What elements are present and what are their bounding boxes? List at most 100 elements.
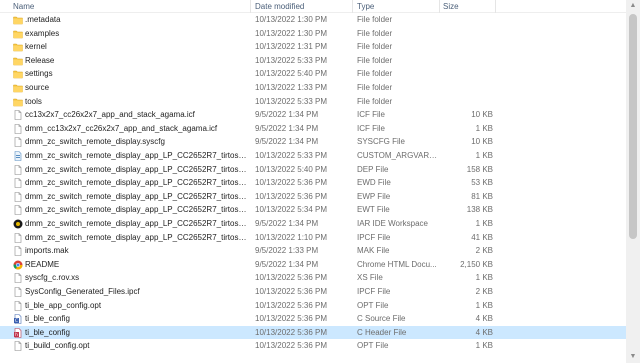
file-size: 138 KB	[466, 205, 493, 215]
file-date-modified: 10/13/2022 1:30 PM	[255, 28, 328, 38]
scroll-down-icon[interactable]: ▼	[629, 353, 637, 361]
file-size: 2,150 KB	[460, 259, 493, 269]
column-divider[interactable]	[439, 0, 440, 13]
file-size: 4 KB	[475, 314, 493, 324]
column-divider[interactable]	[352, 0, 353, 13]
svg-text:h: h	[15, 332, 18, 338]
file-name: dmm_zc_switch_remote_display_app_LP_CC26…	[25, 232, 247, 242]
file-type: EWD File	[357, 178, 391, 188]
file-size: 1 KB	[475, 273, 493, 283]
file-row[interactable]: SysConfig_Generated_Files.ipcf 10/13/2022…	[0, 285, 626, 299]
file-size: 4 KB	[475, 327, 493, 337]
svg-text:C: C	[15, 318, 18, 324]
file-row[interactable]: dmm_zc_switch_remote_display_app_LP_CC26…	[0, 203, 626, 217]
file-list[interactable]: .metadata 10/13/2022 1:30 PM File folder ex…	[0, 13, 626, 363]
file-row[interactable]: tools 10/13/2022 5:33 PM File folder	[0, 95, 626, 109]
column-divider[interactable]	[495, 0, 496, 13]
vertical-scrollbar[interactable]: ▲ ▼	[626, 0, 640, 363]
scrollbar-thumb[interactable]	[629, 14, 637, 239]
file-date-modified: 10/13/2022 1:10 PM	[255, 232, 328, 242]
file-row[interactable]: Cti_ble_config 10/13/2022 5:36 PM C Source…	[0, 312, 626, 326]
file-date-modified: 10/13/2022 5:36 PM	[255, 191, 328, 201]
file-name: ti_ble_config	[25, 314, 70, 324]
file-row[interactable]: h ti_ble_config 10/13/2022 5:36 PM C Header…	[0, 325, 626, 340]
file-name: dmm_zc_switch_remote_display.syscfg	[25, 137, 165, 147]
file-name: dmm_zc_switch_remote_display_app_LP_CC26…	[25, 151, 247, 160]
scroll-up-icon[interactable]: ▲	[629, 2, 637, 10]
file-row[interactable]: dmm_zc_switch_remote_display_app_LP_CC26…	[0, 190, 626, 204]
file-type: File folder	[357, 55, 393, 65]
file-type: EWP File	[357, 191, 391, 201]
file-row[interactable]: README 9/5/2022 1:34 PM Chrome HTML Docu..…	[0, 258, 626, 272]
file-row[interactable]: dmm_zc_switch_remote_display_app_LP_CC26…	[0, 217, 626, 231]
file-icon	[13, 178, 23, 188]
file-size: 41 KB	[471, 232, 493, 242]
folder-icon	[13, 83, 23, 93]
file-size	[443, 54, 493, 68]
file-icon	[13, 273, 23, 284]
file-date-modified: 9/5/2022 1:34 PM	[255, 123, 319, 133]
file-icon	[13, 300, 23, 311]
column-header-name[interactable]: Name	[13, 1, 34, 12]
file-size: 2 KB	[475, 287, 493, 296]
file-name: settings	[25, 69, 53, 79]
file-name: imports.mak	[25, 246, 69, 256]
file-date-modified: 10/13/2022 5:40 PM	[255, 69, 328, 79]
file-row[interactable]: ti_build_config.opt 10/13/2022 5:36 PM OPT…	[0, 339, 626, 353]
file-icon	[13, 110, 23, 120]
file-type: IAR IDE Workspace	[357, 219, 428, 228]
file-row[interactable]: source 10/13/2022 1:33 PM File folder	[0, 81, 626, 95]
column-header-type[interactable]: Type	[357, 1, 374, 12]
column-divider[interactable]	[250, 0, 251, 13]
file-name: dmm_zc_switch_remote_display_app_LP_CC26…	[25, 178, 247, 188]
file-name: README	[25, 259, 60, 269]
folder-icon	[13, 56, 23, 66]
file-date-modified: 9/5/2022 1:34 PM	[255, 110, 319, 120]
chrome-icon	[13, 260, 23, 270]
file-icon	[13, 341, 23, 352]
file-name: dmm_zc_switch_remote_display_app_LP_CC26…	[25, 205, 247, 215]
folder-icon	[13, 15, 23, 25]
file-name: dmm_zc_switch_remote_display_app_LP_CC26…	[25, 191, 247, 201]
file-type: File folder	[357, 96, 393, 106]
file-size: 1 KB	[475, 219, 493, 228]
file-date-modified: 9/5/2022 1:34 PM	[255, 137, 319, 147]
file-date-modified: 10/13/2022 5:33 PM	[255, 151, 328, 160]
file-type: IPCF File	[357, 232, 391, 242]
file-size: 81 KB	[471, 191, 493, 201]
file-row[interactable]: ti_ble_app_config.opt 10/13/2022 5:36 PM O…	[0, 299, 626, 313]
file-date-modified: 10/13/2022 1:33 PM	[255, 83, 328, 92]
file-size: 1 KB	[475, 123, 493, 133]
file-row[interactable]: Release 10/13/2022 5:33 PM File folder	[0, 54, 626, 68]
file-row[interactable]: dmm_cc13x2x7_cc26x2x7_app_and_stack_agam…	[0, 122, 626, 136]
file-row[interactable]: dmm_zc_switch_remote_display_app_LP_CC26…	[0, 149, 626, 163]
file-row[interactable]: syscfg_c.rov.xs 10/13/2022 5:36 PM XS File…	[0, 271, 626, 285]
file-size: 1 KB	[475, 341, 493, 351]
file-date-modified: 10/13/2022 5:34 PM	[255, 205, 328, 215]
file-row[interactable]: dmm_zc_switch_remote_display_app_LP_CC26…	[0, 231, 626, 245]
file-type: ICF File	[357, 110, 385, 120]
file-row[interactable]: dmm_zc_switch_remote_display_app_LP_CC26…	[0, 176, 626, 190]
file-type: SYSCFG File	[357, 137, 406, 147]
column-header-date[interactable]: Date modified	[255, 1, 304, 12]
file-row[interactable]: dmm_zc_switch_remote_display_app_LP_CC26…	[0, 163, 626, 177]
file-date-modified: 10/13/2022 5:36 PM	[255, 341, 328, 351]
file-type: MAK File	[357, 246, 390, 256]
column-header-size[interactable]: Size	[443, 1, 459, 12]
file-row[interactable]: kernel 10/13/2022 1:31 PM File folder	[0, 40, 626, 54]
file-type: CUSTOM_ARGVARS F...	[357, 151, 441, 160]
file-row[interactable]: .metadata 10/13/2022 1:30 PM File folder	[0, 13, 626, 27]
folder-icon	[13, 42, 23, 52]
file-size: 2 KB	[475, 246, 493, 256]
file-date-modified: 10/13/2022 1:30 PM	[255, 15, 328, 24]
file-row[interactable]: imports.mak 9/5/2022 1:33 PM MAK File 2 KB	[0, 244, 626, 258]
file-row[interactable]: cc13x2x7_cc26x2x7_app_and_stack_agama.ic…	[0, 108, 626, 122]
file-type: ICF File	[357, 123, 385, 133]
file-name: dmm_zc_switch_remote_display_app_LP_CC26…	[25, 164, 247, 174]
file-row[interactable]: settings 10/13/2022 5:40 PM File folder	[0, 67, 626, 81]
file-row[interactable]: examples 10/13/2022 1:30 PM File folder	[0, 27, 626, 41]
file-type: File folder	[357, 69, 393, 79]
file-row[interactable]: dmm_zc_switch_remote_display.syscfg 9/5/2…	[0, 135, 626, 149]
file-name: Release	[25, 55, 55, 65]
file-type: File folder	[357, 83, 393, 92]
